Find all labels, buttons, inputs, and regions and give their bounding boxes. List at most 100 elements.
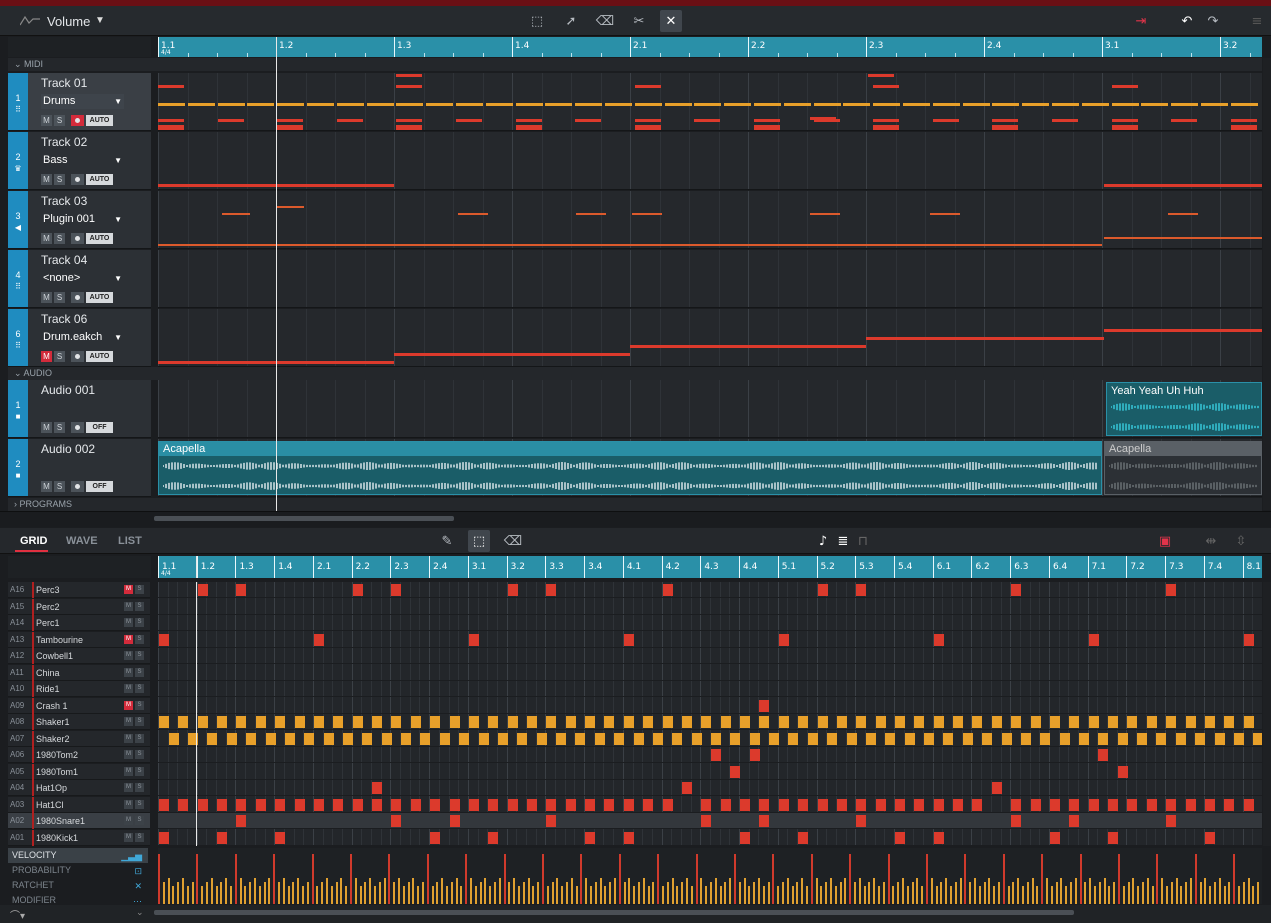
- velocity-bar[interactable]: [1214, 882, 1216, 904]
- step-note[interactable]: [546, 815, 556, 827]
- step-note[interactable]: [566, 798, 576, 811]
- step-note[interactable]: [1244, 716, 1254, 728]
- pad-row[interactable]: A16 Perc3 M S: [8, 582, 150, 598]
- pad-mute-button[interactable]: M: [124, 766, 133, 776]
- pad-name[interactable]: 1980Kick1: [36, 830, 78, 846]
- velocity-bar[interactable]: [738, 882, 741, 904]
- velocity-bar[interactable]: [278, 882, 280, 904]
- velocity-bar[interactable]: [1070, 882, 1072, 904]
- step-note[interactable]: [508, 584, 518, 596]
- velocity-bar[interactable]: [580, 854, 583, 904]
- step-note[interactable]: [1040, 732, 1050, 745]
- step-note[interactable]: [653, 732, 663, 745]
- midi-note[interactable]: [724, 103, 752, 106]
- grid-playhead[interactable]: [196, 582, 197, 846]
- midi-note[interactable]: [1171, 103, 1199, 106]
- mute-button[interactable]: M: [41, 292, 52, 303]
- lock-icon[interactable]: ⊓: [852, 530, 874, 552]
- step-note[interactable]: [934, 633, 944, 646]
- midi-note[interactable]: [694, 103, 722, 106]
- solo-button[interactable]: S: [54, 174, 65, 185]
- velocity-bar[interactable]: [330, 886, 333, 904]
- step-note[interactable]: [711, 749, 721, 761]
- velocity-bar[interactable]: [575, 886, 578, 904]
- step-note[interactable]: [924, 732, 934, 745]
- pad-row[interactable]: A15 Perc2 M S: [8, 598, 150, 615]
- track-name[interactable]: Track 03: [41, 194, 87, 208]
- step-note[interactable]: [198, 584, 208, 596]
- velocity-bar[interactable]: [878, 886, 880, 904]
- record-arm-button[interactable]: [71, 422, 84, 433]
- velocity-bar[interactable]: [426, 854, 429, 904]
- midi-note[interactable]: [456, 119, 482, 122]
- velocity-bar[interactable]: [743, 878, 746, 904]
- pad-row[interactable]: A06 1980Tom2 M S: [8, 747, 150, 763]
- tab-grid[interactable]: GRID: [20, 535, 48, 547]
- marquee-select-icon[interactable]: ⬚: [468, 530, 490, 552]
- midi-note[interactable]: [394, 353, 630, 356]
- step-note[interactable]: [1050, 716, 1060, 728]
- velocity-bar[interactable]: [1036, 886, 1039, 904]
- velocity-bar[interactable]: [638, 882, 640, 904]
- step-note[interactable]: [517, 732, 527, 745]
- step-note[interactable]: [1069, 716, 1079, 728]
- midi-note[interactable]: [336, 119, 363, 122]
- pencil-tool-icon[interactable]: ✎: [436, 530, 458, 552]
- pad-solo-button[interactable]: S: [135, 618, 144, 627]
- step-note[interactable]: [624, 798, 634, 811]
- track-number-badge[interactable]: 2 ♛: [8, 132, 28, 189]
- step-note[interactable]: [1050, 831, 1060, 844]
- chevron-down-icon[interactable]: ▼: [114, 271, 122, 286]
- midi-note[interactable]: [576, 213, 606, 215]
- midi-note[interactable]: [396, 119, 423, 122]
- step-note[interactable]: [411, 798, 421, 811]
- velocity-bar[interactable]: [599, 878, 602, 904]
- step-note[interactable]: [372, 798, 382, 811]
- step-note[interactable]: [779, 716, 789, 728]
- velocity-bar[interactable]: [1026, 882, 1029, 904]
- step-note[interactable]: [876, 798, 886, 811]
- velocity-bar[interactable]: [762, 886, 765, 904]
- step-note[interactable]: [1069, 798, 1079, 811]
- solo-button[interactable]: S: [54, 481, 65, 492]
- record-arm-button[interactable]: [71, 115, 84, 126]
- velocity-bar[interactable]: [1146, 878, 1149, 904]
- velocity-bar[interactable]: [220, 882, 223, 904]
- track-name[interactable]: Audio 001: [41, 383, 95, 397]
- velocity-bar[interactable]: [657, 854, 660, 904]
- velocity-bar[interactable]: [1065, 886, 1068, 904]
- velocity-bar[interactable]: [1118, 854, 1120, 904]
- velocity-bar[interactable]: [820, 886, 823, 904]
- step-note[interactable]: [856, 716, 866, 728]
- track-number-badge[interactable]: 4 ⠿: [8, 250, 28, 307]
- step-note[interactable]: [895, 798, 905, 811]
- step-note[interactable]: [866, 732, 876, 745]
- step-note[interactable]: [730, 732, 740, 745]
- step-note[interactable]: [779, 633, 789, 646]
- step-note[interactable]: [566, 716, 576, 728]
- step-note[interactable]: [1253, 732, 1262, 745]
- velocity-bar[interactable]: [282, 878, 285, 904]
- track-name[interactable]: Audio 002: [41, 442, 95, 456]
- track-lane[interactable]: [158, 73, 1262, 131]
- velocity-bar[interactable]: [628, 878, 631, 904]
- track-lane[interactable]: [158, 191, 1262, 249]
- velocity-bar[interactable]: [1007, 886, 1010, 904]
- midi-note[interactable]: [222, 213, 250, 215]
- velocity-bar[interactable]: [1252, 886, 1255, 904]
- pad-solo-button[interactable]: S: [135, 733, 144, 743]
- pad-row[interactable]: A11 China M S: [8, 664, 150, 681]
- step-note[interactable]: [701, 815, 711, 827]
- velocity-bar[interactable]: [162, 882, 165, 904]
- step-note[interactable]: [1089, 716, 1099, 728]
- step-note[interactable]: [895, 831, 905, 844]
- step-note[interactable]: [324, 732, 334, 745]
- velocity-bar[interactable]: [1094, 886, 1096, 904]
- step-note[interactable]: [711, 732, 721, 745]
- velocity-bar[interactable]: [518, 886, 520, 904]
- velocity-bar[interactable]: [690, 886, 693, 904]
- step-note[interactable]: [963, 732, 973, 745]
- step-note[interactable]: [285, 732, 295, 745]
- pad-name[interactable]: Shaker2: [36, 731, 70, 747]
- velocity-bar[interactable]: [724, 882, 727, 904]
